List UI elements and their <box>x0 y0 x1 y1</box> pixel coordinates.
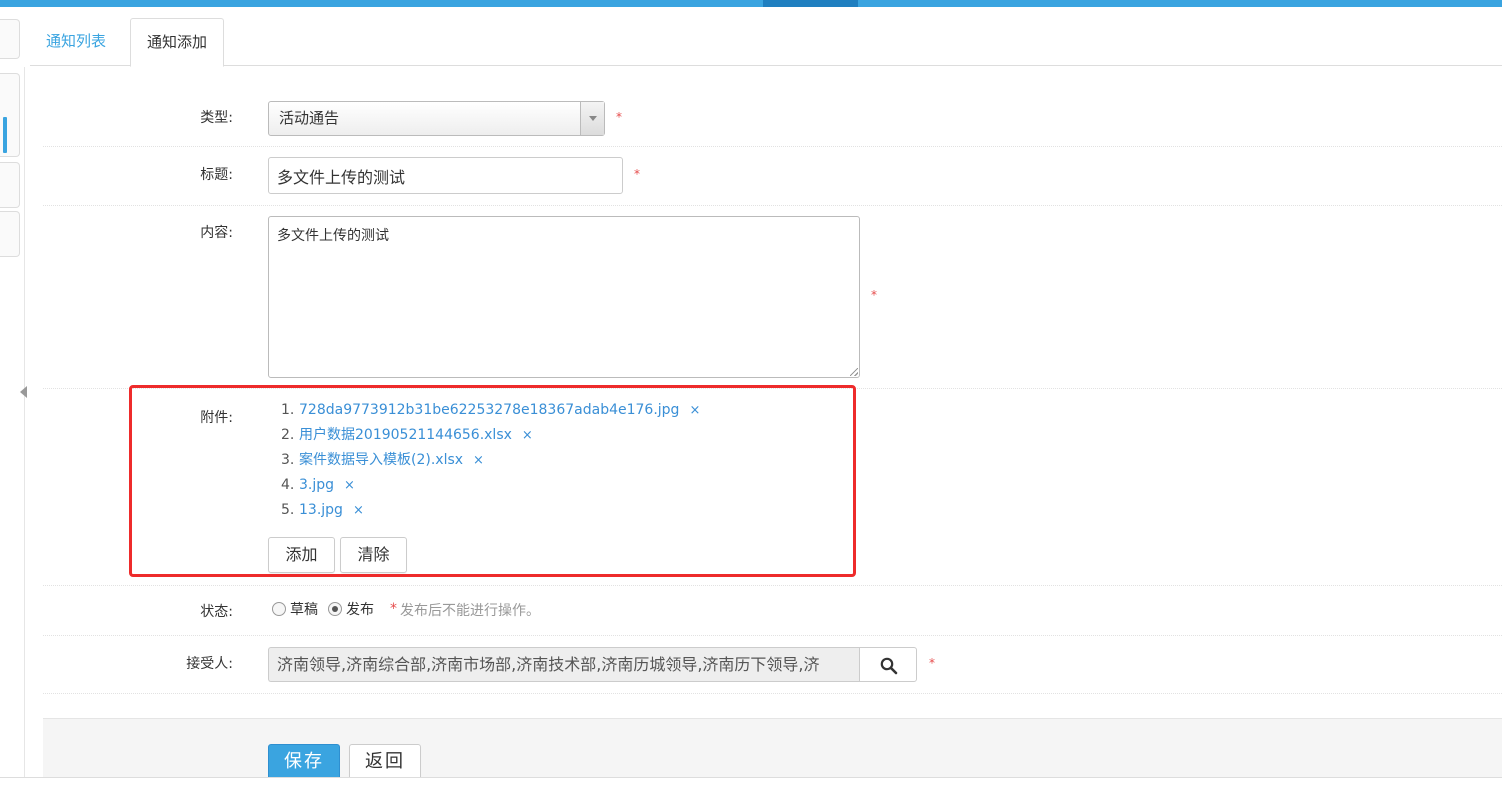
sidebar-card[interactable] <box>0 19 20 59</box>
save-button[interactable]: 保存 <box>268 744 340 780</box>
required-mark: * <box>616 110 622 124</box>
resize-handle-icon[interactable] <box>850 368 858 376</box>
tab-notice-add[interactable]: 通知添加 <box>130 18 225 67</box>
tab-bar: 通知列表 通知添加 <box>30 18 1502 67</box>
status-publish-label[interactable]: 发布 <box>346 599 374 619</box>
required-mark: * <box>390 601 397 617</box>
type-select[interactable]: 活动通告 <box>268 101 605 136</box>
top-header-active-segment <box>763 0 858 7</box>
required-mark: * <box>871 288 877 302</box>
page-bottom-edge <box>0 777 1502 788</box>
back-button[interactable]: 返回 <box>349 744 421 780</box>
form-row-title <box>43 147 1502 206</box>
receiver-label: 接受人: <box>186 656 233 672</box>
type-select-value: 活动通告 <box>279 109 340 127</box>
required-mark: * <box>929 656 935 670</box>
form-actions-bar <box>43 718 1502 778</box>
tab-notice-list[interactable]: 通知列表 <box>30 18 122 66</box>
sidebar-divider <box>24 67 25 777</box>
dropdown-button[interactable] <box>580 102 604 135</box>
sidebar-card[interactable] <box>0 211 20 257</box>
status-draft-radio[interactable] <box>272 602 286 616</box>
collapse-sidebar-icon[interactable] <box>20 386 27 398</box>
form-row-status <box>43 586 1502 636</box>
content-text: 多文件上传的测试 <box>277 228 389 244</box>
title-label: 标题: <box>200 167 233 183</box>
content-textarea[interactable]: 多文件上传的测试 <box>268 216 860 378</box>
top-header-bar <box>0 0 1502 7</box>
chevron-down-icon <box>589 116 597 121</box>
form-row-type <box>43 88 1502 147</box>
title-input[interactable] <box>268 157 623 194</box>
receiver-search-button[interactable] <box>859 647 917 682</box>
status-label: 状态: <box>200 604 233 620</box>
type-label: 类型: <box>200 110 233 126</box>
status-draft-label[interactable]: 草稿 <box>290 599 318 619</box>
sidebar-card[interactable] <box>0 162 20 208</box>
annotation-highlight-box <box>129 385 856 577</box>
search-icon <box>880 657 898 675</box>
receiver-field[interactable]: 济南领导,济南综合部,济南市场部,济南技术部,济南历城领导,济南历下领导,济 <box>268 647 860 682</box>
sidebar-active-marker <box>3 117 7 153</box>
content-label: 内容: <box>200 225 233 241</box>
status-publish-radio[interactable] <box>328 602 342 616</box>
required-mark: * <box>634 167 640 181</box>
status-hint: 发布后不能进行操作。 <box>400 603 540 619</box>
